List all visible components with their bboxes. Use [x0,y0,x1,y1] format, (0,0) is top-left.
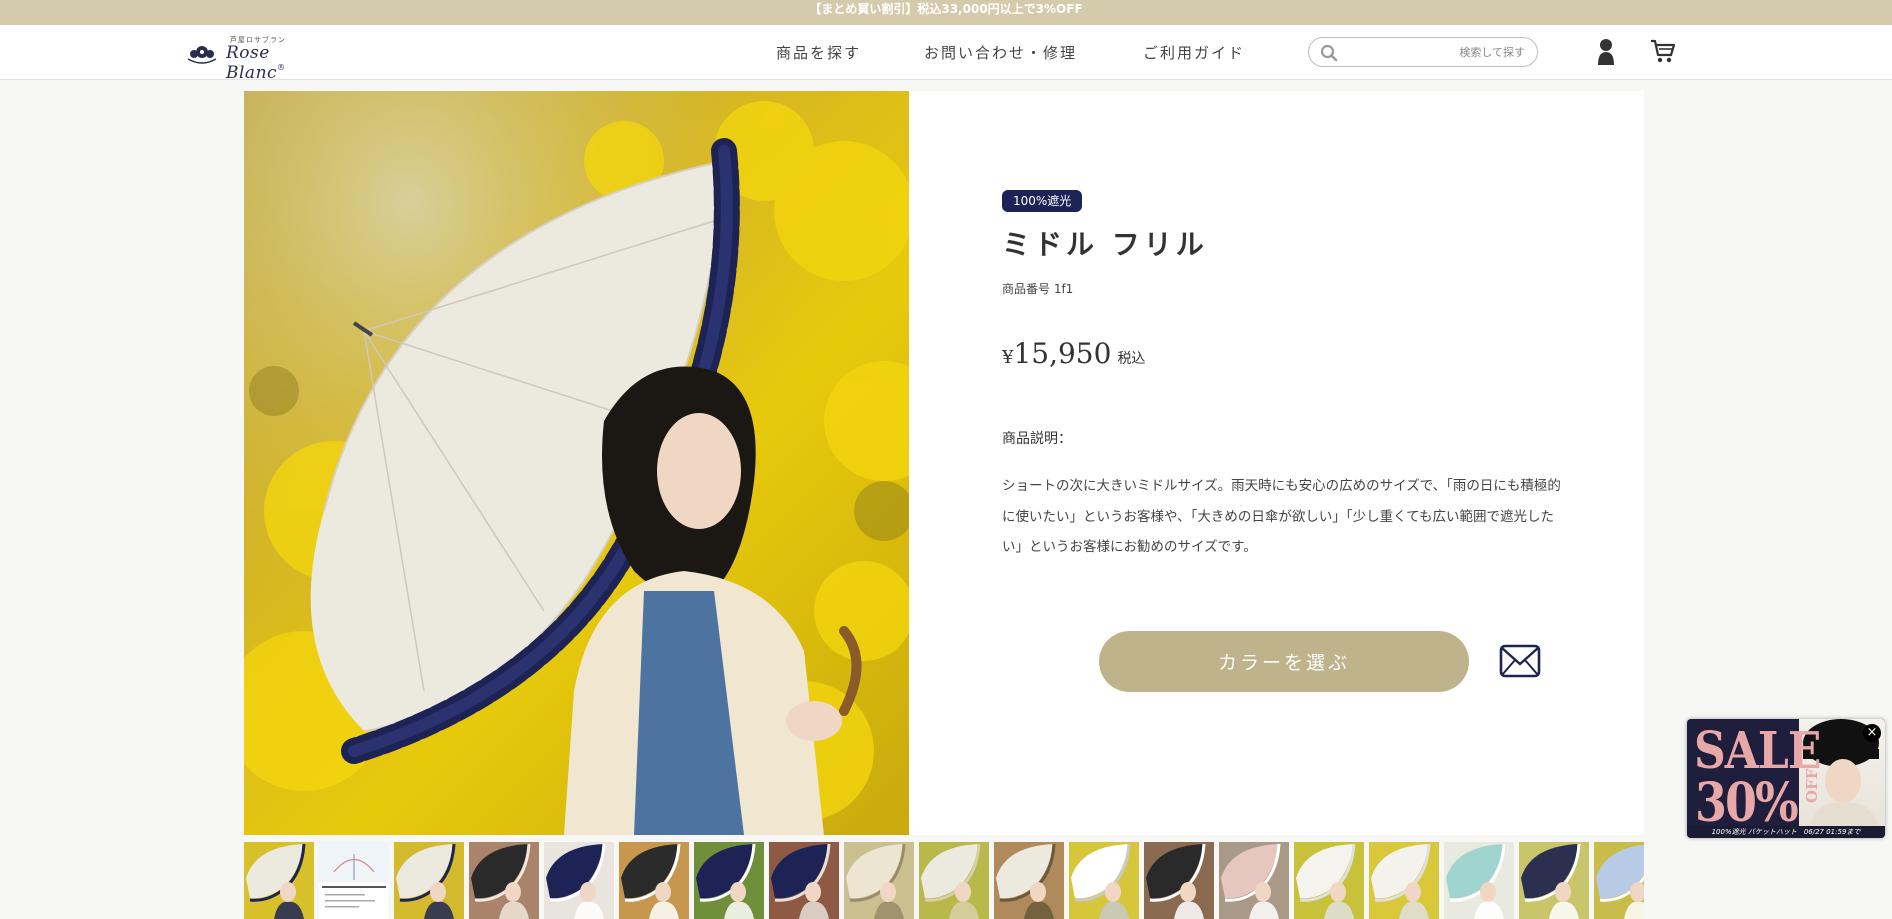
logo-wordmark: Rose Blanc® [226,43,286,83]
search-icon[interactable] [1320,44,1338,62]
product-main-image[interactable] [244,91,909,835]
product-thumbnail[interactable] [394,842,464,919]
tax-label: 税込 [1117,351,1146,367]
product-thumbnail[interactable] [769,842,839,919]
product-thumbnail[interactable] [469,842,539,919]
announcement-bar[interactable]: 【まとめ買い割引】税込33,000円以上で3%OFF [0,0,1892,25]
promo-caption: 100%遮光 バケットハット 06/27 01:59まで [1687,826,1885,838]
product-title: ミドル フリル [1002,228,1208,261]
cart-icon[interactable] [1650,38,1676,64]
announcement-text: 【まとめ買い割引】税込33,000円以上で3%OFF [809,2,1083,16]
nav-item-browse[interactable]: 商品を探す [776,42,861,63]
product-thumbnail[interactable] [1444,842,1514,919]
thumbnail-strip [244,842,1644,919]
search-input[interactable] [1345,42,1525,62]
sale-promo-popup[interactable]: SALE 30% OFF 100%遮光 バケットハット 06/27 01:59ま… [1687,719,1885,838]
product-info-panel: 100%遮光 ミドル フリル 商品番号 1f1 ¥15,950 税込 商品説明： … [909,91,1644,835]
close-icon[interactable]: × [1863,724,1881,742]
account-icon[interactable] [1597,38,1615,66]
product-thumbnail[interactable] [244,842,314,919]
product-thumbnail[interactable] [919,842,989,919]
product-thumbnail[interactable] [619,842,689,919]
product-thumbnail[interactable] [1144,842,1214,919]
product-thumbnail[interactable] [1519,842,1589,919]
product-sku: 商品番号 1f1 [1002,282,1074,296]
product-thumbnail[interactable] [1069,842,1139,919]
product-photo-illustration [244,91,909,835]
search-box[interactable] [1308,37,1538,67]
currency-symbol: ¥ [1002,347,1014,368]
promo-percent: 30% [1695,771,1799,834]
brand-logo[interactable]: 芦屋ロサブラン Rose Blanc® [184,35,334,83]
product-thumbnail[interactable] [319,842,389,919]
rose-emblem-icon [187,46,217,64]
promo-off-text: OFF [1803,768,1821,803]
description-label: 商品説明： [1002,431,1072,447]
product-description: ショートの次に大きいミドルサイズ。雨天時にも安心の広めのサイズで、「雨の日にも積… [1002,478,1561,555]
product-thumbnail[interactable] [694,842,764,919]
nav-item-guide[interactable]: ご利用ガイド [1143,42,1245,63]
choose-color-button[interactable]: カラーを選ぶ [1099,631,1469,692]
product-thumbnail[interactable] [544,842,614,919]
product-thumbnail[interactable] [1594,842,1644,919]
product-thumbnail[interactable] [1219,842,1289,919]
site-header: 芦屋ロサブラン Rose Blanc® 商品を探す お問い合わせ・修理 ご利用ガ… [0,25,1892,83]
product-thumbnail[interactable] [1294,842,1364,919]
product-thumbnail[interactable] [1369,842,1439,919]
product-thumbnail[interactable] [994,842,1064,919]
price-value: 15,950 [1013,337,1112,370]
nav-item-contact-repair[interactable]: お問い合わせ・修理 [924,42,1077,63]
shading-badge: 100%遮光 [1002,190,1083,212]
product-thumbnail[interactable] [844,842,914,919]
product-price: ¥15,950 税込 [1002,337,1145,370]
mail-icon[interactable] [1499,644,1541,678]
